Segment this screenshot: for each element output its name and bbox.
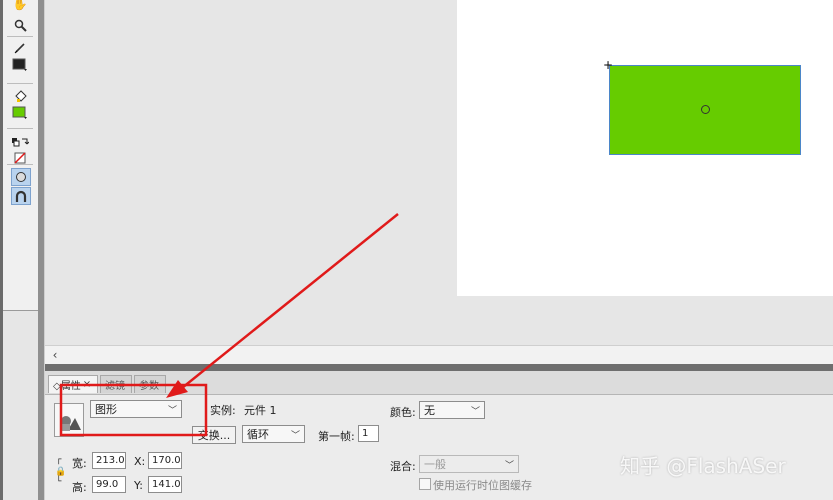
bitmap-cache-label: 使用运行时位图缓存 xyxy=(433,479,532,492)
graphic-symbol-icon xyxy=(54,403,84,437)
pencil-icon[interactable] xyxy=(11,40,29,56)
first-frame-label: 第一帧: xyxy=(318,430,355,443)
chevron-down-icon: ﹀ xyxy=(504,460,514,471)
tab-parameters[interactable]: 参数 xyxy=(134,375,166,393)
x-label: X: xyxy=(134,455,146,468)
y-input[interactable]: 141.0 xyxy=(148,476,182,493)
blend-value: 一般 xyxy=(424,458,446,471)
chevron-down-icon: ﹀ xyxy=(470,406,480,417)
symbol-type-dropdown[interactable]: 图形 ﹀ xyxy=(90,400,182,418)
tab-label: ◇属性 xyxy=(53,381,81,392)
horizontal-scrollbar[interactable]: ‹ xyxy=(45,345,833,364)
tools-panel: ✋ xyxy=(3,0,39,311)
height-label: 高: xyxy=(72,481,87,494)
zoom-icon[interactable] xyxy=(11,17,29,33)
swap-colors-icon[interactable] xyxy=(11,134,29,150)
watermark: 知乎 @FlashASer xyxy=(620,454,786,478)
lock-icon[interactable]: 🔒 xyxy=(55,467,66,477)
registration-crosshair-icon: + xyxy=(603,58,614,72)
close-icon[interactable]: × xyxy=(83,379,91,390)
first-frame-input[interactable]: 1 xyxy=(358,425,379,442)
chevron-down-icon: ﹀ xyxy=(167,405,177,416)
stroke-color-icon[interactable] xyxy=(11,57,29,73)
symbol-type-value: 图形 xyxy=(95,403,117,416)
transform-point-icon[interactable] xyxy=(701,105,710,114)
color-label: 颜色: xyxy=(390,406,416,419)
tab-properties[interactable]: ◇属性 × xyxy=(48,375,98,393)
color-effect-value: 无 xyxy=(424,404,435,417)
width-label: 宽: xyxy=(72,457,87,470)
fill-color-icon[interactable] xyxy=(11,105,29,121)
bitmap-cache-checkbox[interactable] xyxy=(419,478,431,490)
swap-button[interactable]: 交换... xyxy=(192,426,236,444)
panel-tabs: ◇属性 × 滤镜 参数 xyxy=(45,371,833,395)
object-drawing-icon[interactable] xyxy=(11,168,31,186)
tab-label: 参数 xyxy=(139,381,159,392)
properties-panel: ◇属性 × 滤镜 参数 图形 ﹀ 实例: 元件 1 交换... 循环 ﹀ 第一帧… xyxy=(45,371,833,500)
color-effect-dropdown[interactable]: 无 ﹀ xyxy=(419,401,485,419)
instance-label: 实例: xyxy=(210,404,236,417)
height-input[interactable]: 99.0 xyxy=(92,476,126,493)
lock-corner-bottom-icon: └ xyxy=(56,477,62,487)
paint-bucket-icon[interactable] xyxy=(11,88,29,104)
instance-name: 元件 1 xyxy=(244,404,277,417)
hand-icon[interactable]: ✋ xyxy=(11,0,29,12)
scroll-left-icon[interactable]: ‹ xyxy=(49,347,61,363)
tab-filters[interactable]: 滤镜 xyxy=(100,375,132,393)
blend-label: 混合: xyxy=(390,460,416,473)
x-input[interactable]: 170.0 xyxy=(148,452,182,469)
lock-corner-top-icon: ┌ xyxy=(56,455,62,465)
loop-dropdown[interactable]: 循环 ﹀ xyxy=(242,425,305,443)
snap-magnet-icon[interactable] xyxy=(11,187,31,205)
y-label: Y: xyxy=(134,479,143,492)
loop-value: 循环 xyxy=(247,428,269,441)
blend-dropdown[interactable]: 一般 ﹀ xyxy=(419,455,519,473)
width-input[interactable]: 213.0 xyxy=(92,452,126,469)
tab-label: 滤镜 xyxy=(105,381,125,392)
panel-splitter[interactable] xyxy=(45,364,833,371)
chevron-down-icon: ﹀ xyxy=(290,430,300,441)
